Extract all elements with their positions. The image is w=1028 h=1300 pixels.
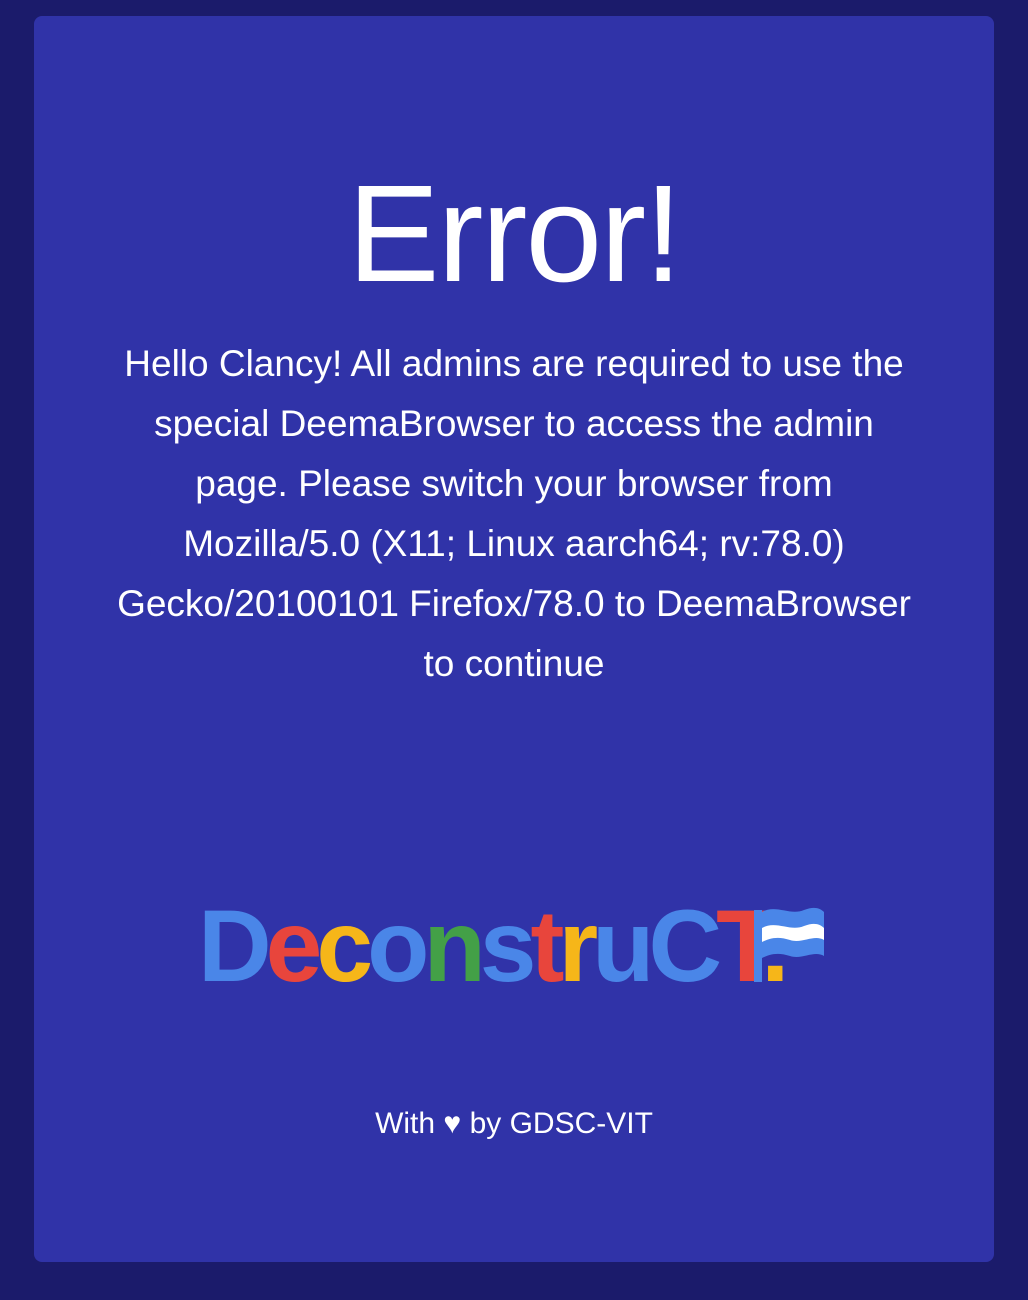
error-message: Hello Clancy! All admins are required to…	[117, 343, 911, 684]
footer-suffix: by GDSC-VIT	[469, 1107, 653, 1140]
logo-letter: C	[648, 889, 719, 994]
deconstruct-logo: DeconstruCT.	[34, 884, 994, 994]
logo-letter: o	[367, 889, 426, 994]
page-title: Error!	[347, 157, 683, 311]
logo-letter: u	[592, 889, 648, 994]
logo-letter: s	[480, 889, 533, 994]
deconstruct-logo-svg: DeconstruCT.	[198, 889, 824, 994]
logo-wordmark: DeconstruCT.	[198, 889, 784, 994]
logo-letter: D	[198, 889, 268, 994]
footer-prefix: With	[375, 1107, 436, 1140]
footer-credit: With ♥ by GDSC-VIT	[34, 1104, 994, 1144]
logo-letter: c	[316, 889, 370, 994]
logo-letter: n	[423, 889, 479, 994]
logo-letter: e	[266, 889, 320, 994]
heart-icon: ♥	[443, 1107, 462, 1140]
error-card: Error! Hello Clancy! All admins are requ…	[34, 16, 994, 1262]
